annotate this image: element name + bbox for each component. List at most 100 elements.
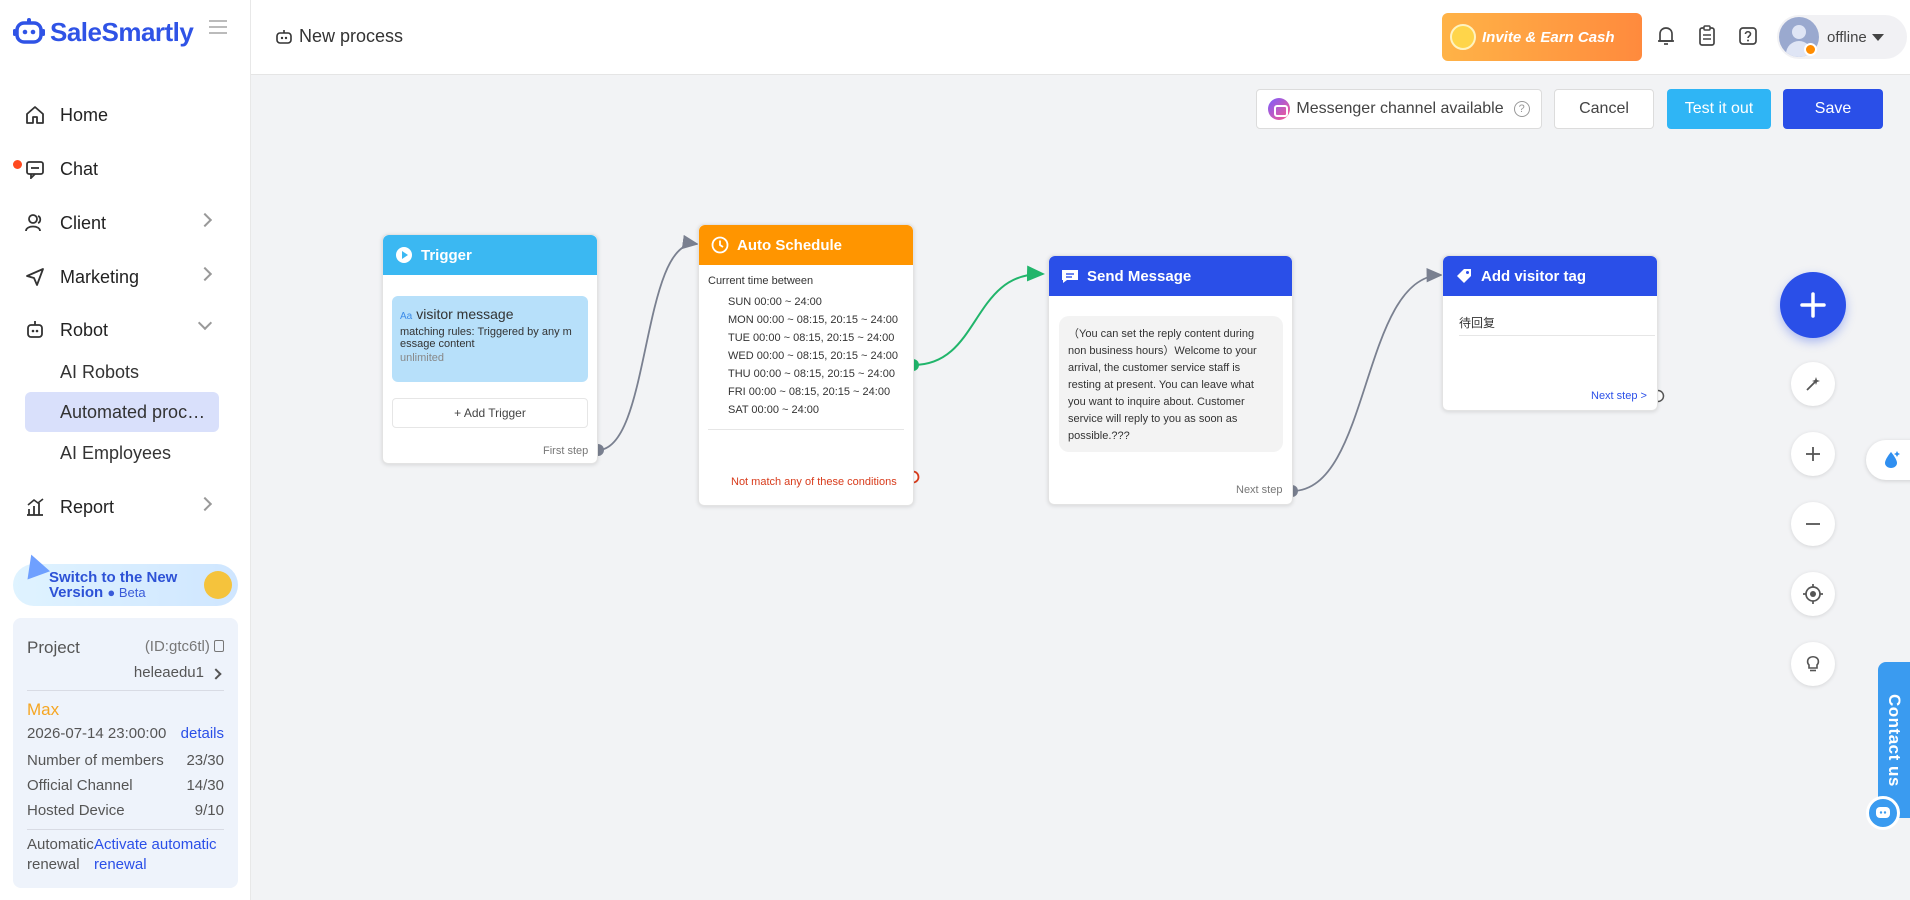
renewal-label: Automatic renewal — [27, 835, 94, 875]
schedule-row: FRI 00:00 ~ 08:15, 20:15 ~ 24:00 — [728, 386, 891, 398]
trigger-limit: unlimited — [400, 352, 445, 364]
sidebar-subitem-ai-employees[interactable]: AI Employees — [25, 433, 219, 473]
divider — [708, 429, 904, 430]
message-bubble[interactable]: （You can set the reply content during no… — [1059, 316, 1283, 452]
beta-badge: ● Beta — [107, 585, 146, 600]
node-add-visitor-tag[interactable]: Add visitor tag 待回复 Next step > — [1442, 255, 1658, 411]
contact-us-tab[interactable]: Contact us — [1878, 662, 1910, 818]
project-label: Project — [27, 638, 80, 657]
node-header: Auto Schedule — [699, 225, 913, 265]
node-title: Auto Schedule — [737, 236, 843, 254]
node-header: Trigger — [383, 235, 597, 275]
sidebar-item-chat[interactable]: Chat — [24, 149, 214, 189]
sidebar-item-label: Home — [60, 104, 109, 125]
switch-line-1: Switch to the New — [49, 569, 178, 586]
arrow-up-icon — [19, 550, 51, 580]
sidebar-item-label: Robot — [60, 319, 109, 340]
clipboard-icon[interactable] — [1696, 25, 1718, 47]
node-trigger[interactable]: Trigger Aa visitor message matching rules… — [382, 234, 598, 464]
robot-icon — [24, 319, 46, 341]
brand-logo[interactable]: SaleSmartly — [12, 14, 194, 50]
page-title-text: New process — [299, 26, 404, 46]
zoom-in-icon[interactable] — [1791, 432, 1835, 476]
user-menu[interactable]: offline — [1777, 15, 1907, 59]
chevron-right-icon[interactable] — [210, 668, 222, 680]
schedule-row: TUE 00:00 ~ 08:15, 20:15 ~ 24:00 — [728, 332, 895, 344]
mascot-icon — [204, 571, 232, 599]
brand-name: SaleSmartly — [50, 16, 194, 47]
node-title: Trigger — [421, 246, 472, 264]
sidebar-item-home[interactable]: Home — [24, 95, 214, 135]
stat-label: Number of members — [27, 752, 164, 769]
flow-canvas[interactable]: Trigger Aa visitor message matching rules… — [251, 76, 1910, 900]
renewal-link-2[interactable]: renewal — [94, 855, 217, 875]
caret-down-icon — [1871, 33, 1884, 41]
expiry-date: 2026-07-14 23:00:00 — [27, 725, 167, 742]
sidebar-subitem-automated-process[interactable]: Automated proc… — [25, 392, 219, 432]
node-auto-schedule[interactable]: Auto Schedule Current time between SUN 0… — [698, 224, 914, 506]
text-type-icon: Aa — [400, 311, 413, 322]
robot-icon — [275, 29, 293, 45]
magic-wand-icon[interactable] — [1791, 362, 1835, 406]
details-link[interactable]: details — [181, 725, 224, 742]
message-icon — [1061, 267, 1079, 285]
switch-version-text: Switch to the New Version ● Beta — [49, 570, 177, 600]
tag-value: 待回复 — [1459, 314, 1655, 336]
port-label[interactable]: Next step > — [1591, 390, 1647, 402]
renewal-label-1: Automatic — [27, 836, 94, 853]
send-icon — [24, 266, 46, 288]
chevron-right-icon — [197, 266, 213, 282]
locate-icon[interactable] — [1791, 572, 1835, 616]
schedule-row: SAT 00:00 ~ 24:00 — [728, 404, 820, 416]
zoom-out-icon[interactable] — [1791, 502, 1835, 546]
port-label: First step — [543, 445, 589, 457]
tag-icon — [1455, 267, 1473, 285]
play-icon — [395, 246, 413, 264]
schedule-row: SUN 00:00 ~ 24:00 — [728, 296, 822, 308]
schedule-row: THU 00:00 ~ 08:15, 20:15 ~ 24:00 — [728, 368, 895, 380]
chevron-down-icon — [197, 315, 213, 331]
add-trigger-button[interactable]: + Add Trigger — [392, 398, 588, 428]
chevron-right-icon — [197, 212, 213, 228]
stat-value: 23/30 — [186, 752, 224, 769]
water-drop-icon[interactable] — [1866, 440, 1910, 480]
status-dot — [1804, 43, 1817, 56]
sidebar-item-label: Marketing — [60, 266, 140, 287]
trigger-rule: matching rules: Triggered by any m — [400, 326, 572, 338]
connector-send-tag — [1291, 268, 1443, 492]
help-icon[interactable] — [1737, 25, 1759, 47]
switch-version-banner[interactable]: Switch to the New Version ● Beta — [13, 550, 238, 606]
renewal-link-1[interactable]: Activate automatic — [94, 835, 217, 855]
top-bar: New process Invite & Earn Cash offline — [251, 0, 1910, 75]
node-send-message[interactable]: Send Message （You can set the reply cont… — [1048, 255, 1293, 505]
chat-icon — [24, 158, 46, 180]
copy-icon[interactable] — [214, 640, 224, 652]
collapse-menu-icon[interactable] — [209, 20, 227, 36]
sidebar-item-robot[interactable]: Robot — [24, 310, 214, 350]
stat-label: Hosted Device — [27, 802, 125, 819]
project-id: (ID:gtc6tl) — [145, 638, 224, 658]
report-icon — [24, 496, 46, 518]
trigger-card[interactable]: Aa visitor message matching rules: Trigge… — [392, 296, 588, 382]
connector-trigger-schedule — [597, 234, 699, 451]
node-header: Send Message — [1049, 256, 1292, 296]
bulb-icon[interactable] — [1791, 642, 1835, 686]
sidebar-item-label: Report — [60, 496, 115, 517]
schedule-row: MON 00:00 ~ 08:15, 20:15 ~ 24:00 — [728, 314, 899, 326]
activate-renewal-link[interactable]: Activate automatic renewal — [94, 835, 217, 875]
sidebar-item-marketing[interactable]: Marketing — [24, 257, 214, 297]
sidebar-subitem-ai-robots[interactable]: AI Robots — [25, 352, 219, 392]
add-node-icon[interactable] — [1780, 272, 1846, 338]
sidebar-item-report[interactable]: Report — [24, 487, 214, 527]
home-icon — [24, 104, 46, 126]
project-id-text: (ID:gtc6tl) — [144, 638, 210, 655]
sidebar-item-client[interactable]: Client — [24, 203, 214, 243]
plan-name: Max — [27, 700, 60, 719]
invite-earn-banner[interactable]: Invite & Earn Cash — [1442, 13, 1642, 61]
chat-bubble-icon[interactable] — [1866, 796, 1900, 830]
project-name[interactable]: heleaedu1 — [134, 664, 204, 681]
nomatch-label: Not match any of these conditions — [731, 476, 897, 488]
bell-icon[interactable] — [1655, 25, 1677, 47]
sidebar-item-label: Client — [60, 212, 107, 233]
divider — [27, 690, 224, 691]
